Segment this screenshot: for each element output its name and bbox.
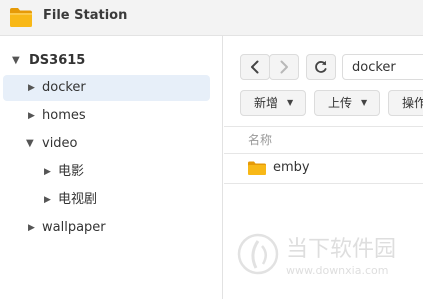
chevron-left-icon (251, 60, 259, 74)
folder-icon (10, 8, 32, 27)
sidebar-root-ds3615[interactable]: ▼ DS3615 (0, 48, 222, 74)
caret-right-icon[interactable]: ▶ (28, 75, 35, 101)
upload-button-label: 上传 (328, 96, 353, 110)
title-bar: File Station (0, 0, 423, 36)
caret-down-icon: ▼ (361, 98, 368, 107)
sidebar-item-label: docker (42, 80, 86, 95)
file-name: emby (273, 160, 310, 175)
sidebar-item-label: video (42, 136, 78, 151)
sidebar-root-label: DS3615 (29, 53, 86, 68)
create-button[interactable]: 新增 ▼ (240, 90, 306, 116)
sidebar-item-homes[interactable]: ▶ homes (0, 103, 222, 129)
row-divider (224, 183, 423, 184)
caret-down-icon[interactable]: ▼ (26, 131, 34, 157)
path-input[interactable] (342, 54, 423, 80)
refresh-button[interactable] (306, 54, 336, 80)
sidebar-item-wallpaper[interactable]: ▶ wallpaper (0, 215, 222, 241)
toolbar-divider (224, 126, 423, 127)
column-header-name[interactable]: 名称 (248, 131, 272, 148)
header-divider (224, 153, 423, 154)
chevron-right-icon (280, 60, 288, 74)
file-row[interactable]: emby (224, 155, 423, 183)
folder-icon (248, 161, 266, 175)
sidebar-item-label: 电影 (58, 164, 85, 179)
back-button[interactable] (240, 54, 270, 80)
sidebar-item-tv-series[interactable]: ▶ 电视剧 (0, 187, 222, 213)
caret-down-icon[interactable]: ▼ (12, 48, 20, 74)
sidebar-item-label: wallpaper (42, 220, 106, 235)
sidebar-item-docker[interactable]: ▶ docker (3, 75, 210, 101)
forward-button[interactable] (269, 54, 299, 80)
caret-down-icon: ▼ (287, 98, 294, 107)
caret-right-icon[interactable]: ▶ (28, 215, 35, 241)
sidebar: ▼ DS3615 ▶ docker ▶ homes ▼ video ▶ 电影 ▶… (0, 36, 223, 299)
create-button-label: 新增 (254, 96, 279, 110)
action-button[interactable]: 操作 (388, 90, 423, 116)
caret-right-icon[interactable]: ▶ (44, 159, 51, 185)
app-title: File Station (43, 8, 128, 23)
main-pane: 新增 ▼ 上传 ▼ 操作 名称 emby (224, 36, 423, 299)
sidebar-item-movies[interactable]: ▶ 电影 (0, 159, 222, 185)
caret-right-icon[interactable]: ▶ (28, 103, 35, 129)
sidebar-item-video[interactable]: ▼ video (0, 131, 222, 157)
sidebar-item-label: homes (42, 108, 86, 123)
sidebar-item-label: 电视剧 (58, 192, 98, 207)
action-button-label: 操作 (402, 96, 423, 110)
caret-right-icon[interactable]: ▶ (44, 187, 51, 213)
upload-button[interactable]: 上传 ▼ (314, 90, 380, 116)
refresh-icon (315, 60, 327, 73)
